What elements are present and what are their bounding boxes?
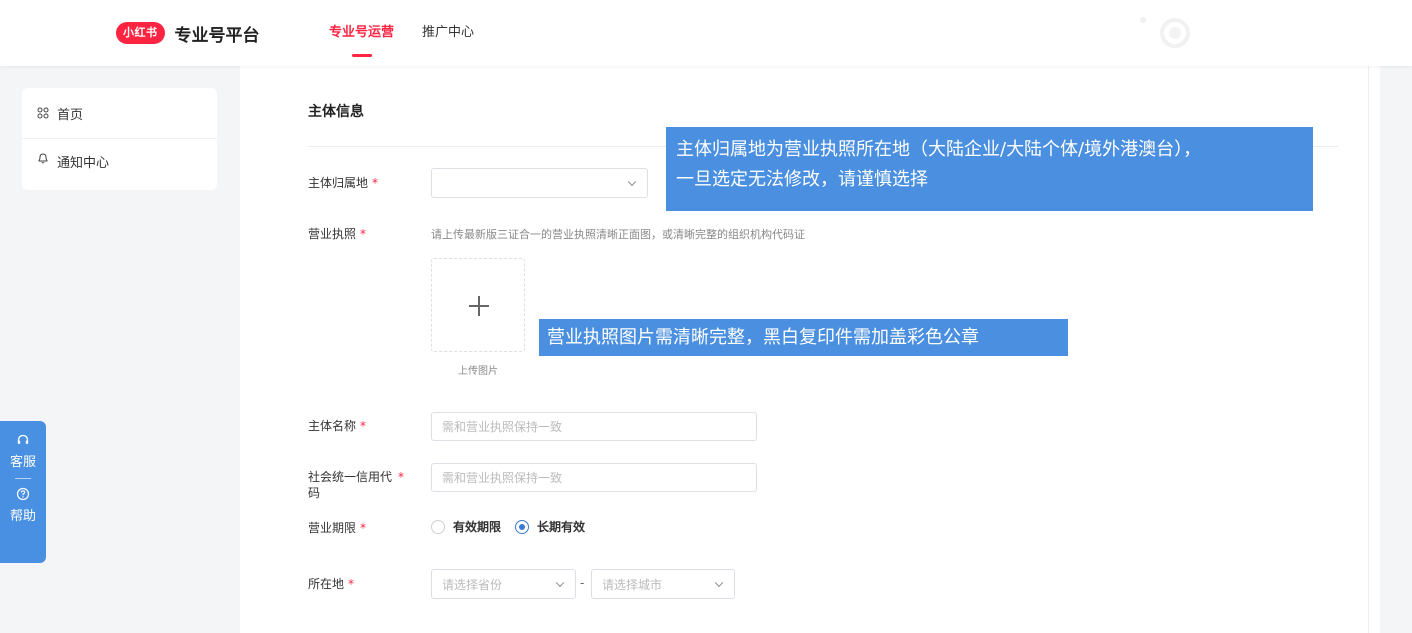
chevron-down-icon <box>555 578 565 588</box>
credit-code-input[interactable]: 需和营业执照保持一致 <box>431 463 757 492</box>
location-separator: - <box>580 576 585 590</box>
radio-checked-icon <box>515 519 530 534</box>
brand-name: 专业号平台 <box>174 25 260 46</box>
user-avatar-icon[interactable] <box>1160 18 1190 48</box>
license-callout: 营业执照图片需清晰完整，黑白复印件需加盖彩色公章 <box>539 319 1068 356</box>
city-select[interactable]: 请选择城市 <box>591 569 735 599</box>
required-mark: * <box>372 176 379 190</box>
region-select[interactable] <box>431 168 648 198</box>
top-nav: 专业号运营 推广中心 <box>329 0 474 66</box>
notification-dot-icon <box>1140 17 1146 23</box>
headset-icon <box>17 434 29 444</box>
sidebar-item-home[interactable]: 首页 <box>22 88 217 138</box>
sidebar-item-label: 通知中心 <box>57 156 110 171</box>
float-divider <box>15 478 31 479</box>
required-mark: * <box>398 470 405 484</box>
license-upload-button[interactable] <box>431 258 525 352</box>
required-mark: * <box>360 227 367 241</box>
radio-unchecked-icon <box>431 519 445 534</box>
question-circle-icon <box>16 487 30 501</box>
bell-icon <box>38 153 48 164</box>
required-mark: * <box>360 521 367 535</box>
license-label: 营业执照 * <box>308 227 367 241</box>
sidebar-item-notifications[interactable]: 通知中心 <box>22 138 217 185</box>
nav-promotion[interactable]: 推广中心 <box>422 0 474 66</box>
entity-name-input[interactable]: 需和营业执照保持一致 <box>431 412 757 441</box>
entity-name-label: 主体名称 * <box>308 419 367 433</box>
region-callout: 主体归属地为营业执照所在地（大陆企业/大陆个体/境外港澳台）， 一旦选定无法修改… <box>666 127 1313 211</box>
chevron-down-icon <box>627 177 637 187</box>
nav-operations[interactable]: 专业号运营 <box>329 0 394 66</box>
region-label: 主体归属地 * <box>308 176 379 190</box>
section-title: 主体信息 <box>308 104 364 120</box>
upload-label: 上传图片 <box>458 366 498 377</box>
term-option-limited[interactable]: 有效期限 <box>431 518 501 535</box>
floating-service-bar: 客服 帮助 <box>0 421 46 563</box>
credit-code-label: 社会统一信用代 * 码 <box>308 470 405 500</box>
help-button[interactable]: 帮助 <box>0 487 46 524</box>
brand[interactable]: 小红书 专业号平台 <box>116 21 260 46</box>
customer-service-button[interactable]: 客服 <box>0 433 46 470</box>
customer-service-label: 客服 <box>9 455 36 470</box>
term-radio-group: 有效期限 长期有效 <box>431 518 585 535</box>
chevron-down-icon <box>714 578 724 588</box>
term-label: 营业期限 * <box>308 521 367 535</box>
sidebar-menu: 首页 通知中心 <box>22 88 217 190</box>
xiaohongshu-logo: 小红书 <box>116 22 165 44</box>
term-option-permanent[interactable]: 长期有效 <box>515 518 585 535</box>
sidebar-item-label: 首页 <box>57 107 84 123</box>
required-mark: * <box>348 577 355 591</box>
grid-icon <box>37 107 49 119</box>
license-hint: 请上传最新版三证合一的营业执照清晰正面图，或清晰完整的组织机构代码证 <box>431 228 805 241</box>
help-label: 帮助 <box>9 509 36 524</box>
location-label: 所在地 * <box>308 577 355 591</box>
required-mark: * <box>360 419 367 433</box>
province-select[interactable]: 请选择省份 <box>431 569 576 599</box>
scrollbar-track[interactable] <box>1368 66 1380 633</box>
top-header: 小红书 专业号平台 专业号运营 推广中心 <box>0 0 1412 66</box>
